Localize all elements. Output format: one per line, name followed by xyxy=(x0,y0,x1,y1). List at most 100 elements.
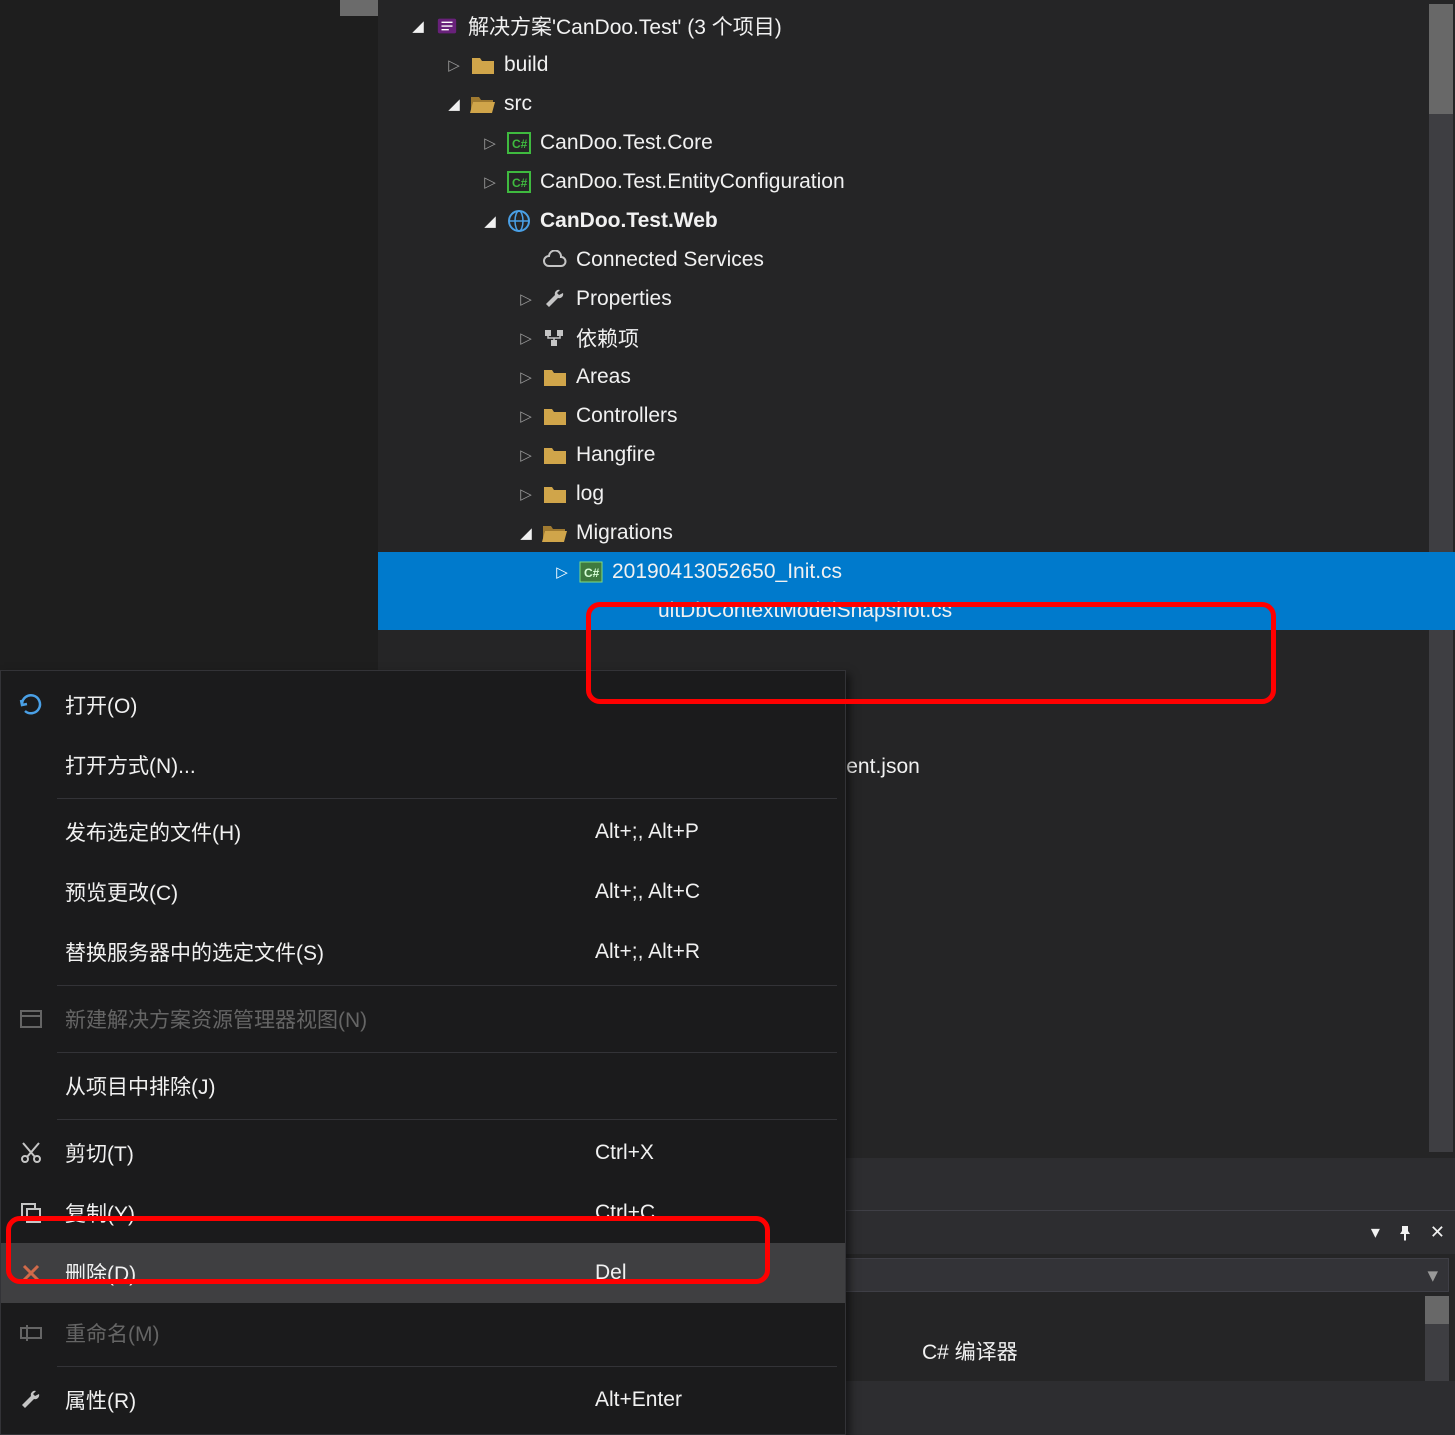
tree-project-core[interactable]: ▷ C# CanDoo.Test.Core xyxy=(404,123,1425,162)
context-menu: 打开(O) 打开方式(N)... 发布选定的文件(H) Alt+;, Alt+P… xyxy=(0,670,846,1435)
open-icon xyxy=(15,689,47,721)
tree-project-web[interactable]: ◢ CanDoo.Test.Web xyxy=(404,201,1425,240)
ctx-label: 删除(D) xyxy=(65,1258,595,1288)
ctx-label: 新建解决方案资源管理器视图(N) xyxy=(65,1004,845,1034)
tree-label: Connected Services xyxy=(576,248,764,272)
tree-dependencies[interactable]: ▷ 依赖项 xyxy=(404,318,1425,357)
ctx-shortcut: Ctrl+X xyxy=(595,1141,845,1165)
ctx-label: 复制(Y) xyxy=(65,1198,595,1228)
tree-file-snapshot-cs[interactable]: ultDbContextModelSnapshot.cs xyxy=(378,591,1455,630)
folder-icon xyxy=(540,484,570,504)
wrench-icon xyxy=(15,1384,47,1416)
ctx-label: 从项目中排除(J) xyxy=(65,1071,845,1101)
tree-project-entity[interactable]: ▷ C# CanDoo.Test.EntityConfiguration xyxy=(404,162,1425,201)
ctx-replace[interactable]: 替换服务器中的选定文件(S) Alt+;, Alt+R xyxy=(1,922,845,982)
delete-icon xyxy=(15,1257,47,1289)
tree-folder-hangfire[interactable]: ▷ Hangfire xyxy=(404,435,1425,474)
ctx-label: 发布选定的文件(H) xyxy=(65,817,595,847)
ctx-label: 预览更改(C) xyxy=(65,877,595,907)
ctx-new-view: 新建解决方案资源管理器视图(N) xyxy=(1,989,845,1049)
tree-file-init-cs[interactable]: ▷ C# 20190413052650_Init.cs xyxy=(378,552,1455,591)
expand-arrow-open-icon[interactable]: ◢ xyxy=(476,212,504,230)
expand-arrow-icon[interactable]: ▷ xyxy=(512,290,540,308)
folder-open-icon xyxy=(468,94,498,114)
ctx-shortcut: Ctrl+C xyxy=(595,1201,845,1225)
expand-arrow-icon[interactable]: ▷ xyxy=(512,407,540,425)
expand-arrow-open-icon[interactable]: ◢ xyxy=(512,524,540,542)
scissors-icon xyxy=(15,1137,47,1169)
ctx-separator xyxy=(57,1366,837,1367)
tree-connected-services[interactable]: ▷ Connected Services xyxy=(404,240,1425,279)
csharp-file-icon: C# xyxy=(576,561,606,583)
ctx-rename: 重命名(M) xyxy=(1,1303,845,1363)
tree-label: 20190413052650_Init.cs xyxy=(612,560,842,584)
ctx-shortcut: Alt+;, Alt+R xyxy=(595,940,845,964)
expand-arrow-icon[interactable]: ▷ xyxy=(548,563,576,581)
ctx-exclude[interactable]: 从项目中排除(J) xyxy=(1,1056,845,1116)
folder-icon xyxy=(540,406,570,426)
ctx-preview[interactable]: 预览更改(C) Alt+;, Alt+C xyxy=(1,862,845,922)
tree-folder-controllers[interactable]: ▷ Controllers xyxy=(404,396,1425,435)
tree-label: build xyxy=(504,53,548,77)
expand-arrow-icon[interactable]: ▷ xyxy=(512,329,540,347)
expand-arrow-open-icon[interactable]: ◢ xyxy=(404,17,432,35)
ctx-label: 打开方式(N)... xyxy=(65,750,845,780)
svg-text:C#: C# xyxy=(512,137,528,151)
solution-scrollbar-thumb[interactable] xyxy=(1429,4,1453,114)
tree-label: Areas xyxy=(576,365,631,389)
tree-label: Hangfire xyxy=(576,443,655,467)
wrench-icon xyxy=(540,287,570,311)
ctx-open[interactable]: 打开(O) xyxy=(1,675,845,735)
properties-scrollbar[interactable] xyxy=(1425,1296,1449,1381)
pin-icon[interactable] xyxy=(1396,1224,1414,1242)
ctx-properties[interactable]: 属性(R) Alt+Enter xyxy=(1,1370,845,1430)
ctx-shortcut: Alt+;, Alt+P xyxy=(595,820,845,844)
dropdown-icon[interactable]: ▾ xyxy=(1371,1222,1380,1243)
close-icon[interactable]: ✕ xyxy=(1430,1222,1445,1243)
new-view-icon xyxy=(15,1003,47,1035)
tree-folder-migrations[interactable]: ◢ Migrations xyxy=(404,513,1425,552)
svg-text:C#: C# xyxy=(512,176,528,190)
tree-properties[interactable]: ▷ Properties xyxy=(404,279,1425,318)
ctx-open-with[interactable]: 打开方式(N)... xyxy=(1,735,845,795)
expand-arrow-icon[interactable]: ▷ xyxy=(512,485,540,503)
ctx-separator xyxy=(57,798,837,799)
vs-solution-icon xyxy=(432,15,462,37)
expand-arrow-open-icon[interactable]: ◢ xyxy=(440,95,468,113)
tree-label: Migrations xyxy=(576,521,673,545)
expand-arrow-icon[interactable]: ▷ xyxy=(476,173,504,191)
folder-icon xyxy=(540,445,570,465)
tree-label: ultDbContextModelSnapshot.cs xyxy=(658,599,952,623)
expand-arrow-icon[interactable]: ▷ xyxy=(512,446,540,464)
tree-solution-root[interactable]: ◢ 解决方案'CanDoo.Test' (3 个项目) xyxy=(404,6,1425,45)
folder-icon xyxy=(468,55,498,75)
dropdown-icon[interactable]: ▾ xyxy=(1427,1263,1438,1288)
svg-text:C#: C# xyxy=(584,566,600,580)
expand-arrow-icon[interactable]: ▷ xyxy=(440,56,468,74)
tree-folder-build[interactable]: ▷ build xyxy=(404,45,1425,84)
ctx-shortcut: Del xyxy=(595,1261,845,1285)
ctx-label: 属性(R) xyxy=(65,1385,595,1415)
copy-icon xyxy=(15,1197,47,1229)
tree-label: src xyxy=(504,92,532,116)
ctx-copy[interactable]: 复制(Y) Ctrl+C xyxy=(1,1183,845,1243)
ctx-separator xyxy=(57,1052,837,1053)
ctx-separator xyxy=(57,985,837,986)
tree-partial-row[interactable] xyxy=(404,630,1425,669)
tree-folder-log[interactable]: ▷ log xyxy=(404,474,1425,513)
tree-label: CanDoo.Test.EntityConfiguration xyxy=(540,170,845,194)
expand-arrow-icon[interactable]: ▷ xyxy=(512,368,540,386)
tree-label: Controllers xyxy=(576,404,678,428)
ctx-publish[interactable]: 发布选定的文件(H) Alt+;, Alt+P xyxy=(1,802,845,862)
rename-icon xyxy=(15,1317,47,1349)
ctx-delete[interactable]: 删除(D) Del xyxy=(1,1243,845,1303)
ctx-cut[interactable]: 剪切(T) Ctrl+X xyxy=(1,1123,845,1183)
folder-open-icon xyxy=(540,523,570,543)
web-project-icon xyxy=(504,209,534,233)
expand-arrow-icon[interactable]: ▷ xyxy=(476,134,504,152)
dependencies-icon xyxy=(540,328,570,348)
tree-folder-areas[interactable]: ▷ Areas xyxy=(404,357,1425,396)
properties-scrollbar-thumb[interactable] xyxy=(1425,1296,1449,1324)
csharp-project-icon: C# xyxy=(504,171,534,193)
tree-folder-src[interactable]: ◢ src xyxy=(404,84,1425,123)
